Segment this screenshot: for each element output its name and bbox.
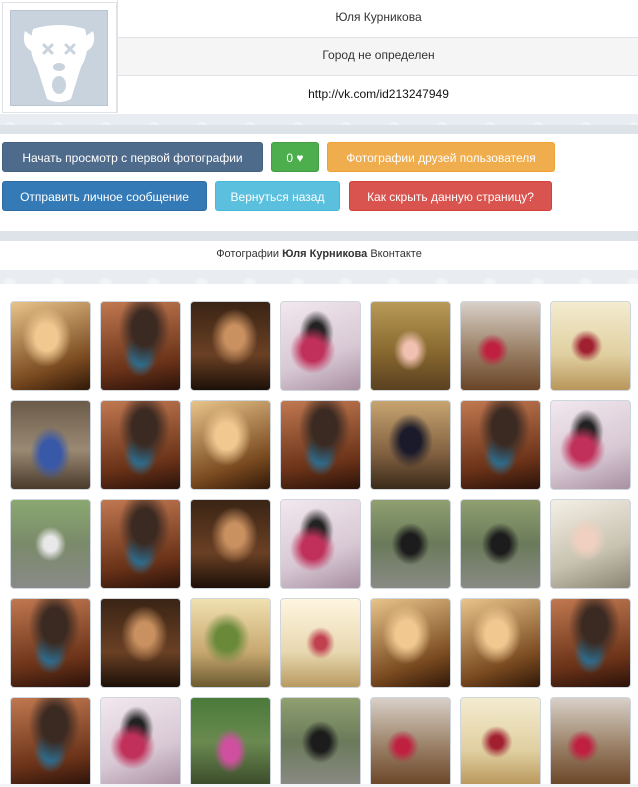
friends-photos-button[interactable]: Фотографии друзей пользователя [327, 142, 555, 172]
photo-thumbnail[interactable] [10, 499, 91, 589]
deactivated-dog-icon [11, 11, 107, 105]
photo-thumbnail[interactable] [10, 400, 91, 490]
photo-thumbnail[interactable] [460, 697, 541, 787]
profile-header: Юля Курникова Город не определен http://… [0, 0, 638, 113]
photo-thumbnail[interactable] [190, 598, 271, 688]
profile-name: Юля Курникова [117, 0, 638, 38]
profile-url[interactable]: http://vk.com/id213247949 [117, 76, 638, 113]
like-button[interactable]: 0 ♥ [271, 142, 319, 172]
hide-page-button[interactable]: Как скрыть данную страницу? [349, 181, 552, 211]
profile-city: Город не определен [117, 38, 638, 76]
action-buttons: Начать просмотр с первой фотографии 0 ♥ … [0, 134, 638, 231]
photo-thumbnail[interactable] [280, 499, 361, 589]
photo-thumbnail[interactable] [100, 697, 181, 787]
go-back-button[interactable]: Вернуться назад [215, 181, 340, 211]
photo-thumbnail[interactable] [460, 499, 541, 589]
photo-thumbnail[interactable] [10, 598, 91, 688]
photo-thumbnail[interactable] [190, 301, 271, 391]
pattern-divider [0, 114, 638, 134]
avatar-frame [2, 2, 117, 113]
photo-thumbnail[interactable] [280, 697, 361, 787]
photo-thumbnail[interactable] [190, 499, 271, 589]
photo-thumbnail[interactable] [370, 598, 451, 688]
photo-thumbnail[interactable] [550, 499, 631, 589]
caption-suffix: Вконтакте [370, 248, 422, 260]
photo-thumbnail[interactable] [100, 400, 181, 490]
photo-thumbnail[interactable] [10, 301, 91, 391]
photo-thumbnail[interactable] [190, 697, 271, 787]
photo-thumbnail[interactable] [100, 499, 181, 589]
photo-thumbnail[interactable] [10, 697, 91, 787]
caption-name: Юля Курникова [282, 248, 368, 260]
photo-thumbnail[interactable] [280, 301, 361, 391]
photo-thumbnail[interactable] [370, 499, 451, 589]
photo-thumbnail[interactable] [370, 301, 451, 391]
photo-thumbnail[interactable] [460, 598, 541, 688]
photo-gallery [0, 284, 638, 787]
gallery-caption: Фотографии Юля Курникова Вконтакте [0, 241, 638, 270]
photo-thumbnail[interactable] [370, 697, 451, 787]
photo-thumbnail[interactable] [100, 301, 181, 391]
avatar[interactable] [10, 10, 108, 106]
photo-thumbnail[interactable] [550, 697, 631, 787]
photo-thumbnail[interactable] [460, 400, 541, 490]
caption-prefix: Фотографии [216, 248, 280, 260]
photo-thumbnail[interactable] [370, 400, 451, 490]
photo-thumbnail[interactable] [550, 301, 631, 391]
pattern-divider [0, 270, 638, 284]
photo-thumbnail[interactable] [550, 400, 631, 490]
photo-thumbnail[interactable] [460, 301, 541, 391]
photo-thumbnail[interactable] [280, 598, 361, 688]
photo-thumbnail[interactable] [280, 400, 361, 490]
send-message-button[interactable]: Отправить личное сообщение [2, 181, 207, 211]
photo-thumbnail[interactable] [190, 400, 271, 490]
divider [0, 231, 638, 241]
photo-grid [10, 301, 631, 787]
start-view-button[interactable]: Начать просмотр с первой фотографии [2, 142, 263, 172]
photo-thumbnail[interactable] [550, 598, 631, 688]
photo-thumbnail[interactable] [100, 598, 181, 688]
